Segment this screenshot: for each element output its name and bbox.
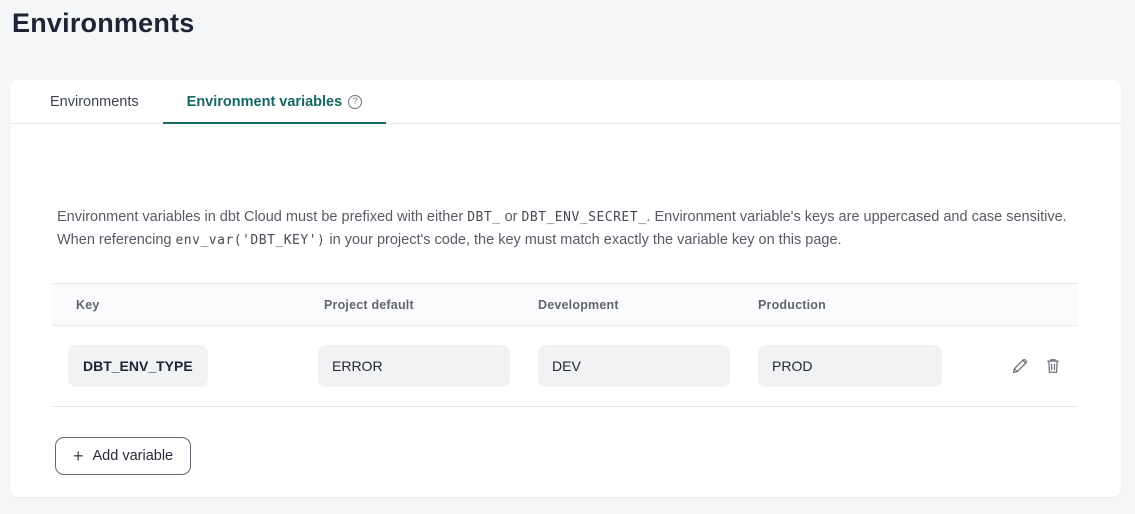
description-segment: in your project's code, the key must mat… — [325, 232, 841, 248]
delete-variable-button[interactable] — [1044, 357, 1062, 375]
column-header-production: Production — [742, 298, 954, 312]
add-variable-label: Add variable — [93, 448, 174, 464]
code-env-var: env_var('DBT_KEY') — [175, 233, 325, 248]
plus-icon: + — [73, 447, 84, 465]
code-dbt-env-secret-prefix: DBT_ENV_SECRET_ — [522, 210, 647, 225]
help-icon[interactable]: ? — [348, 95, 362, 109]
tab-content: Environment variables in dbt Cloud must … — [10, 206, 1121, 475]
row-actions — [954, 357, 1078, 375]
variable-key-pill: DBT_ENV_TYPE — [68, 345, 208, 387]
tab-environments[interactable]: Environments — [26, 80, 163, 123]
column-header-development: Development — [522, 298, 742, 312]
development-cell: DEV — [522, 345, 742, 387]
pencil-icon — [1011, 357, 1029, 375]
description-segment: or — [501, 209, 522, 225]
description-segment: Environment variables in dbt Cloud must … — [57, 209, 467, 225]
tab-environments-label: Environments — [50, 94, 139, 110]
edit-variable-button[interactable] — [1011, 357, 1029, 375]
production-value: PROD — [758, 345, 942, 387]
environments-page: Environments Environments Environment va… — [0, 0, 1135, 497]
column-header-key: Key — [52, 298, 302, 312]
description-text: Environment variables in dbt Cloud must … — [57, 206, 1078, 252]
code-dbt-prefix: DBT_ — [467, 210, 500, 225]
table-row: DBT_ENV_TYPE ERROR DEV PROD — [52, 326, 1078, 407]
development-value: DEV — [538, 345, 730, 387]
tab-environment-variables-label: Environment variables — [187, 94, 343, 110]
table-header-row: Key Project default Development Producti… — [52, 284, 1078, 326]
page-title: Environments — [12, 8, 1135, 39]
environments-card: Environments Environment variables ? Env… — [10, 80, 1121, 497]
project-default-value: ERROR — [318, 345, 510, 387]
key-cell: DBT_ENV_TYPE — [52, 345, 302, 387]
environment-variables-table: Key Project default Development Producti… — [52, 283, 1078, 407]
add-variable-button[interactable]: + Add variable — [55, 437, 191, 475]
trash-icon — [1044, 357, 1062, 375]
tab-bar: Environments Environment variables ? — [10, 80, 1121, 124]
production-cell: PROD — [742, 345, 954, 387]
column-header-project-default: Project default — [302, 298, 522, 312]
tab-environment-variables[interactable]: Environment variables ? — [163, 80, 387, 123]
project-default-cell: ERROR — [302, 345, 522, 387]
